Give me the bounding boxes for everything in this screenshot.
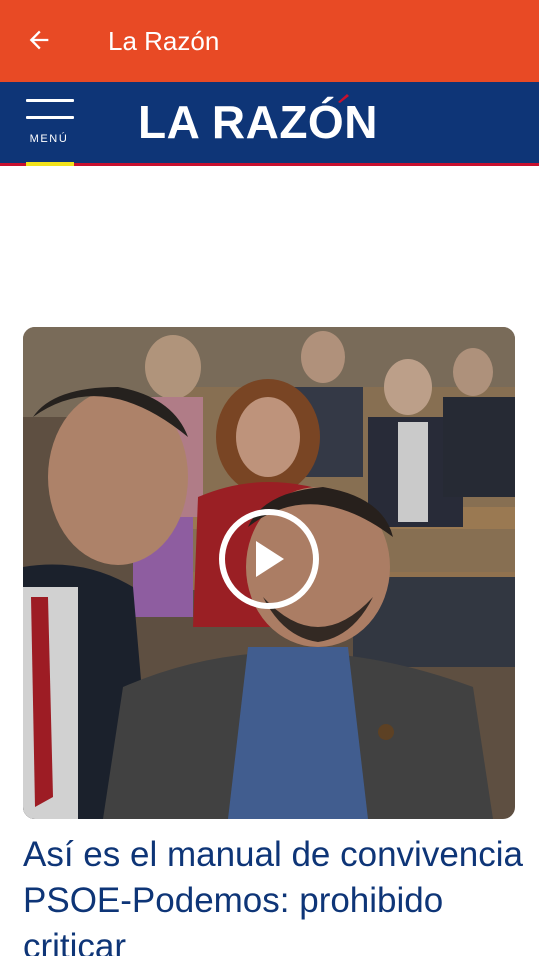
menu-label: MENÚ	[29, 133, 69, 145]
hamburger-menu-icon	[26, 99, 74, 121]
site-logo[interactable]: LA RAZÓN	[138, 96, 378, 148]
menu-accent-bar	[26, 162, 74, 166]
play-button[interactable]	[219, 509, 319, 609]
article-video-thumbnail[interactable]	[23, 327, 515, 819]
app-bar: La Razón	[0, 0, 539, 82]
arrow-left-icon	[29, 30, 49, 50]
back-button[interactable]	[14, 16, 64, 64]
app-title: La Razón	[108, 26, 220, 56]
play-icon	[256, 541, 284, 577]
menu-button[interactable]: MENÚ	[20, 92, 80, 166]
ad-space	[0, 169, 539, 325]
logo-accent-mark	[338, 94, 349, 103]
article-headline[interactable]: Así es el manual de convivencia PSOE-Pod…	[23, 832, 523, 956]
